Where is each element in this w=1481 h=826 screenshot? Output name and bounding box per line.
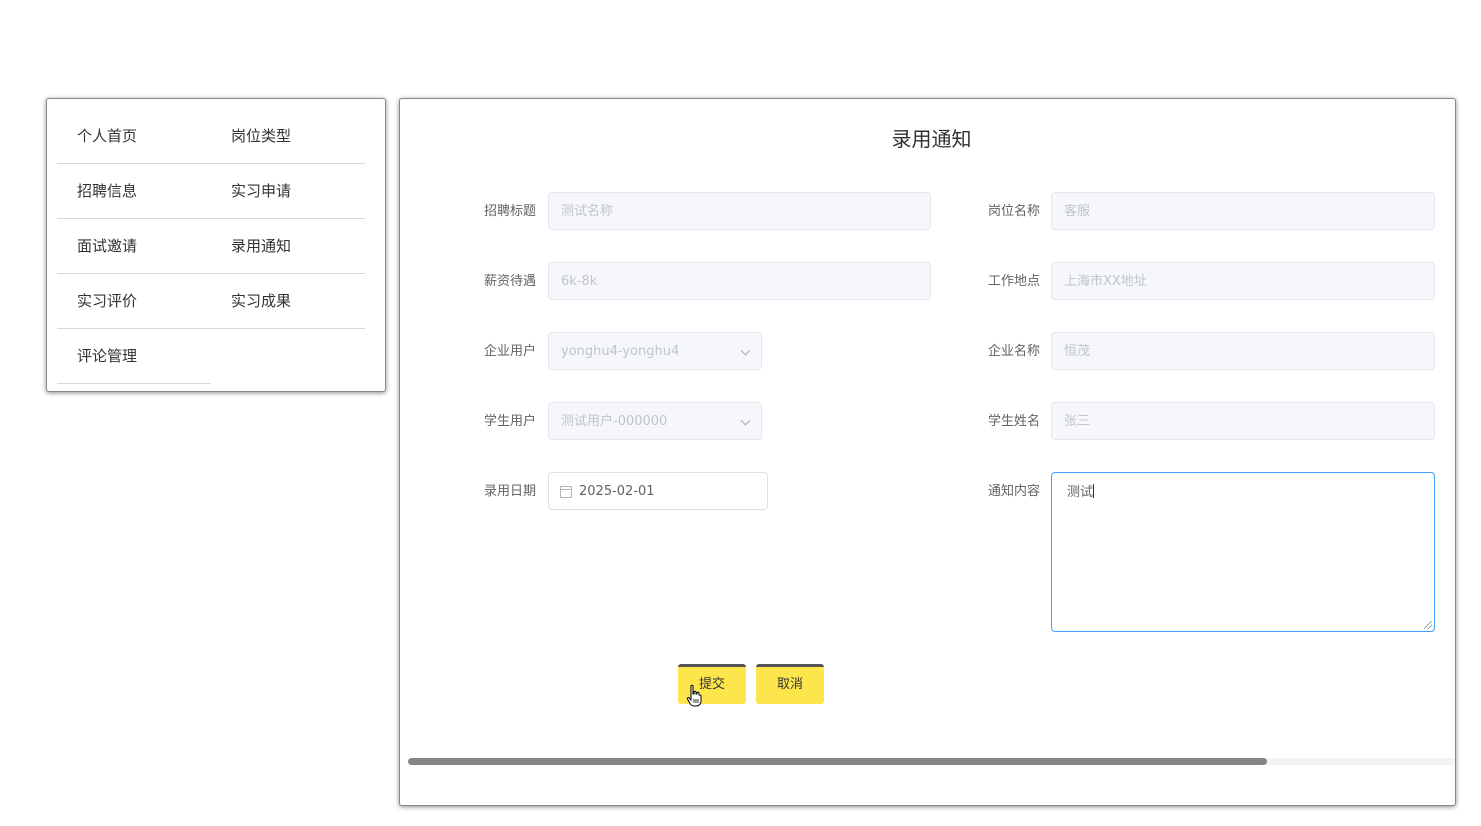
page-title: 录用通知 [891, 127, 972, 151]
menu-panel: 个人首页 岗位类型 招聘信息 实习申请 面试邀请 录用通知 实习评价 实习成果 … [46, 98, 386, 392]
company-name-label: 企业名称 [987, 344, 1040, 359]
menu-item-internship-results[interactable]: 实习成果 [211, 274, 365, 329]
salary-label: 薪资待遇 [483, 274, 536, 289]
menu-item-label: 评论管理 [77, 347, 138, 365]
notice-content-value: 测试 [1067, 485, 1094, 500]
student-user-label: 学生用户 [483, 414, 536, 429]
menu-item-internship-application[interactable]: 实习申请 [211, 164, 365, 219]
notice-content-textarea[interactable]: 测试 [1051, 472, 1435, 632]
menu-item-label: 录用通知 [231, 237, 292, 255]
menu-item-label: 岗位类型 [231, 127, 292, 145]
resize-grip-icon[interactable] [1424, 621, 1432, 629]
recruit-title-field[interactable]: 测试名称 [548, 192, 931, 230]
student-name-label: 学生姓名 [987, 414, 1040, 429]
company-user-label: 企业用户 [483, 344, 536, 359]
student-name-field[interactable]: 张三 [1051, 402, 1435, 440]
work-location-field[interactable]: 上海市XX地址 [1051, 262, 1435, 300]
company-user-select[interactable]: yonghu4-yonghu4 [548, 332, 762, 370]
horizontal-scrollbar[interactable] [408, 758, 1455, 765]
position-name-field[interactable]: 客服 [1051, 192, 1435, 230]
menu-item-internship-evaluation[interactable]: 实习评价 [57, 274, 211, 329]
hire-date-label: 录用日期 [483, 484, 536, 499]
calendar-icon [560, 486, 572, 498]
work-location-label: 工作地点 [987, 274, 1040, 289]
salary-field[interactable]: 6k-8k [548, 262, 931, 300]
notice-content-label: 通知内容 [987, 484, 1040, 499]
chevron-down-icon [740, 415, 751, 426]
menu-item-position-type[interactable]: 岗位类型 [211, 109, 365, 164]
menu-item-label: 实习申请 [231, 182, 292, 200]
student-user-value: 测试用户-000000 [561, 414, 668, 429]
menu-grid: 个人首页 岗位类型 招聘信息 实习申请 面试邀请 录用通知 实习评价 实习成果 … [57, 109, 365, 384]
menu-item-label: 面试邀请 [77, 237, 138, 255]
menu-item-hire-notice[interactable]: 录用通知 [211, 219, 365, 274]
hand-cursor-icon [686, 684, 702, 707]
text-caret [1093, 484, 1095, 498]
position-name-label: 岗位名称 [987, 204, 1040, 219]
hire-date-picker[interactable]: 2025-02-01 [548, 472, 768, 510]
student-user-select[interactable]: 测试用户-000000 [548, 402, 762, 440]
hire-notice-form-panel: 录用通知 招聘标题 测试名称 岗位名称 客服 薪资待遇 6k-8k 工作地点 上… [399, 98, 1456, 806]
menu-item-label: 招聘信息 [77, 182, 138, 200]
menu-item-recruit-info[interactable]: 招聘信息 [57, 164, 211, 219]
menu-item-interview-invitation[interactable]: 面试邀请 [57, 219, 211, 274]
menu-item-label: 实习成果 [231, 292, 292, 310]
menu-item-label: 实习评价 [77, 292, 138, 310]
company-user-value: yonghu4-yonghu4 [561, 344, 680, 359]
company-name-field[interactable]: 恒茂 [1051, 332, 1435, 370]
recruit-title-label: 招聘标题 [483, 204, 536, 219]
hire-date-value: 2025-02-01 [579, 484, 655, 499]
menu-item-home[interactable]: 个人首页 [57, 109, 211, 164]
scrollbar-thumb[interactable] [408, 758, 1267, 765]
menu-item-label: 个人首页 [77, 127, 138, 145]
menu-item-comment-management[interactable]: 评论管理 [57, 329, 211, 384]
cancel-button[interactable]: 取消 [756, 664, 824, 704]
chevron-down-icon [740, 345, 751, 356]
